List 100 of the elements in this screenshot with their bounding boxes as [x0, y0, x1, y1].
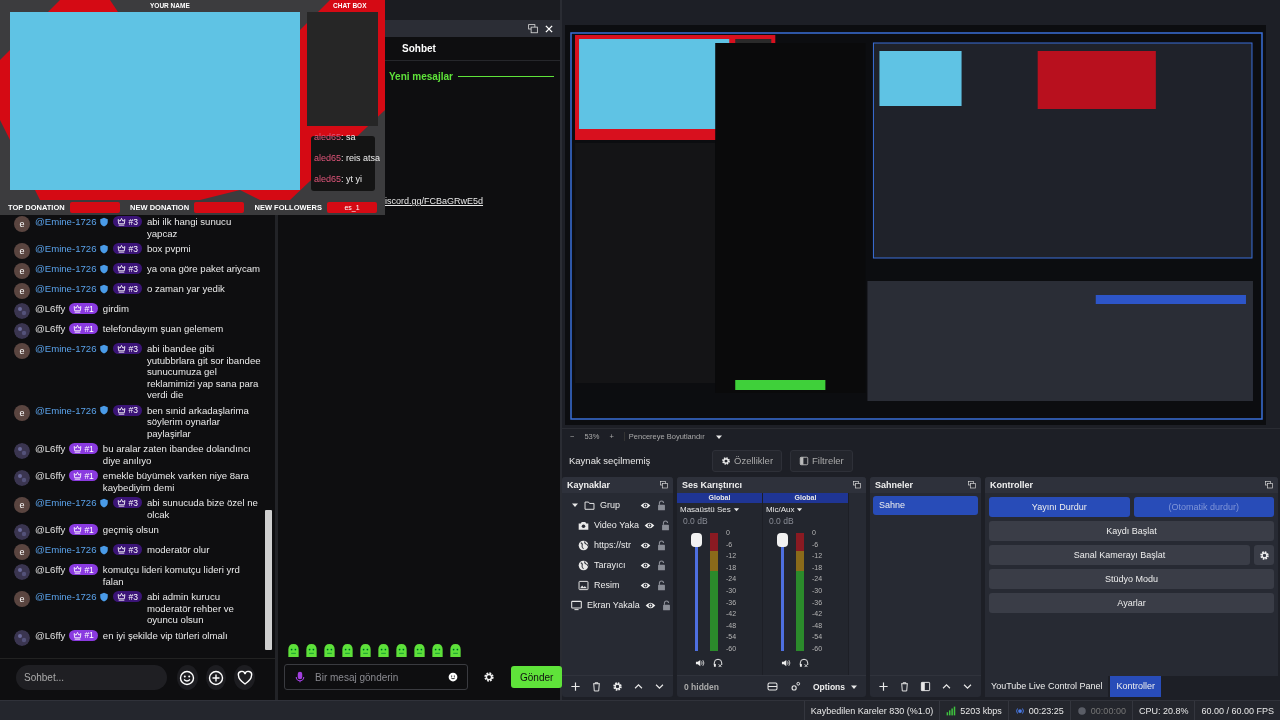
message-text: ya ona göre paket ariycam: [146, 263, 261, 275]
message-text: bu aralar zaten ibandee dolandıncı diye anılıyo: [102, 443, 252, 466]
username[interactable]: @L6ffy: [35, 443, 66, 455]
undock-icon[interactable]: [968, 481, 976, 489]
rank-text: #3: [128, 263, 138, 274]
username[interactable]: @Emine-1726: [35, 591, 97, 603]
username[interactable]: @Emine-1726: [35, 283, 97, 295]
emoji-button[interactable]: [177, 665, 198, 690]
control-button[interactable]: Kaydı Başlat: [989, 521, 1274, 541]
username[interactable]: @Emine-1726: [35, 544, 97, 556]
rank-text: #3: [128, 343, 138, 354]
username[interactable]: @Emine-1726: [35, 497, 97, 509]
undock-icon[interactable]: [660, 481, 668, 489]
tab[interactable]: YouTube Live Control Panel: [985, 676, 1109, 697]
filters-button[interactable]: Filtreler: [790, 449, 853, 472]
username[interactable]: @L6ffy: [35, 524, 66, 536]
emote-icon[interactable]: [430, 643, 445, 658]
control-button[interactable]: Sanal Kamerayı Başlat: [989, 545, 1250, 565]
avatar: e: [14, 243, 30, 259]
fps: 60.00 / 60.00 FPS: [1201, 705, 1274, 716]
undock-icon[interactable]: [1265, 481, 1273, 489]
username[interactable]: @Emine-1726: [35, 243, 97, 255]
options-button[interactable]: Options: [808, 681, 862, 692]
properties-button[interactable]: Özellikler: [712, 449, 783, 472]
emote-icon[interactable]: [358, 643, 373, 658]
panel-title: Kaynaklar: [567, 480, 611, 490]
control-button[interactable]: Yayını Durdur: [989, 497, 1130, 517]
stat-pill: [194, 202, 245, 213]
username[interactable]: @Emine-1726: [35, 343, 97, 355]
settings-icon[interactable]: [483, 671, 495, 683]
emote-icon[interactable]: [322, 643, 337, 658]
message-text: box pvpmi: [146, 243, 192, 255]
lock-icon[interactable]: [656, 499, 667, 511]
crown-icon: [117, 498, 127, 508]
control-button[interactable]: Stüdyo Modu: [989, 569, 1274, 589]
crown-icon: [73, 525, 83, 535]
add-button[interactable]: [205, 665, 227, 690]
username[interactable]: @L6ffy: [35, 303, 66, 315]
username[interactable]: @L6ffy: [35, 629, 66, 641]
username[interactable]: @L6ffy: [35, 470, 66, 482]
emote-icon[interactable]: [412, 643, 427, 658]
source-item[interactable]: Video Yaka: [594, 520, 640, 530]
message-text: girdim: [102, 303, 130, 315]
globe-icon: [578, 539, 589, 551]
speaker-icon[interactable]: [695, 658, 705, 668]
username[interactable]: @Emine-1726: [35, 263, 97, 275]
folder-icon: [584, 499, 595, 511]
crown-icon: [117, 405, 127, 415]
speaker-icon[interactable]: [781, 658, 791, 668]
tab[interactable]: Kontroller: [1110, 676, 1161, 697]
settings-button[interactable]: [1254, 545, 1274, 565]
plus-icon: [208, 669, 225, 686]
emote-icon[interactable]: [394, 643, 409, 658]
scene-item[interactable]: Sahne: [873, 496, 978, 515]
rank-text: #1: [84, 323, 94, 334]
control-button[interactable]: Ayarlar: [989, 593, 1274, 613]
source-item[interactable]: Ekran Yakala: [587, 600, 640, 610]
rank-text: #1: [84, 470, 94, 481]
message-text: abi ibandee gibi yutubbrlara git sor ibandee sunucumuza gel reklamimizi yap sana para verdi die: [146, 343, 262, 401]
emote-icon[interactable]: [376, 643, 391, 658]
channel-dropdown[interactable]: Mic/Aux: [763, 503, 848, 516]
chat-message: aled65: yt yi: [314, 173, 363, 185]
avatar: e: [14, 343, 30, 359]
undock-icon[interactable]: [528, 23, 538, 34]
emote-icon[interactable]: [448, 643, 463, 658]
close-icon[interactable]: [544, 23, 554, 34]
chat-input-field[interactable]: Sohbet...: [16, 665, 168, 690]
message-text: o zaman yar yedik: [146, 283, 226, 295]
headphones-off-icon[interactable]: [713, 658, 723, 668]
plus-icon: [877, 681, 889, 692]
like-button[interactable]: [234, 665, 255, 690]
source-item[interactable]: Grup: [600, 500, 635, 510]
undock-icon[interactable]: [853, 481, 861, 489]
emote-icon[interactable]: [286, 643, 301, 658]
channel-dropdown[interactable]: Masaüstü Ses: [677, 503, 762, 516]
avatar-icon: [14, 303, 30, 319]
lock-icon[interactable]: [656, 579, 667, 591]
lock-icon[interactable]: [660, 599, 672, 611]
username[interactable]: @L6ffy: [35, 323, 66, 335]
crown-icon: [73, 324, 83, 334]
lock-icon[interactable]: [656, 559, 667, 571]
send-button[interactable]: Gönder: [511, 666, 563, 688]
lock-icon[interactable]: [656, 539, 667, 551]
username[interactable]: @Emine-1726: [35, 404, 97, 416]
headphones-off-icon[interactable]: [799, 658, 809, 668]
avatar: e: [14, 404, 30, 421]
lock-icon[interactable]: [660, 519, 672, 531]
source-item[interactable]: https://str: [594, 540, 635, 550]
emote-icon[interactable]: [304, 643, 319, 658]
panel-title: Ses Karıştırıcı: [682, 480, 743, 490]
message-input-field[interactable]: Bir mesaj gönderin: [284, 664, 468, 690]
username[interactable]: @L6ffy: [35, 564, 66, 576]
emote-icon[interactable]: [340, 643, 355, 658]
scrollbar[interactable]: [265, 510, 272, 650]
chat-message: aled65: reis atsa: [314, 152, 381, 164]
source-item[interactable]: Tarayıcı: [594, 560, 635, 570]
link[interactable]: iscord.gg/FCBaGRwE5d: [385, 196, 484, 206]
expand-caret-icon[interactable]: [571, 501, 579, 509]
source-item[interactable]: Resim: [594, 580, 635, 590]
username[interactable]: @Emine-1726: [35, 216, 97, 228]
